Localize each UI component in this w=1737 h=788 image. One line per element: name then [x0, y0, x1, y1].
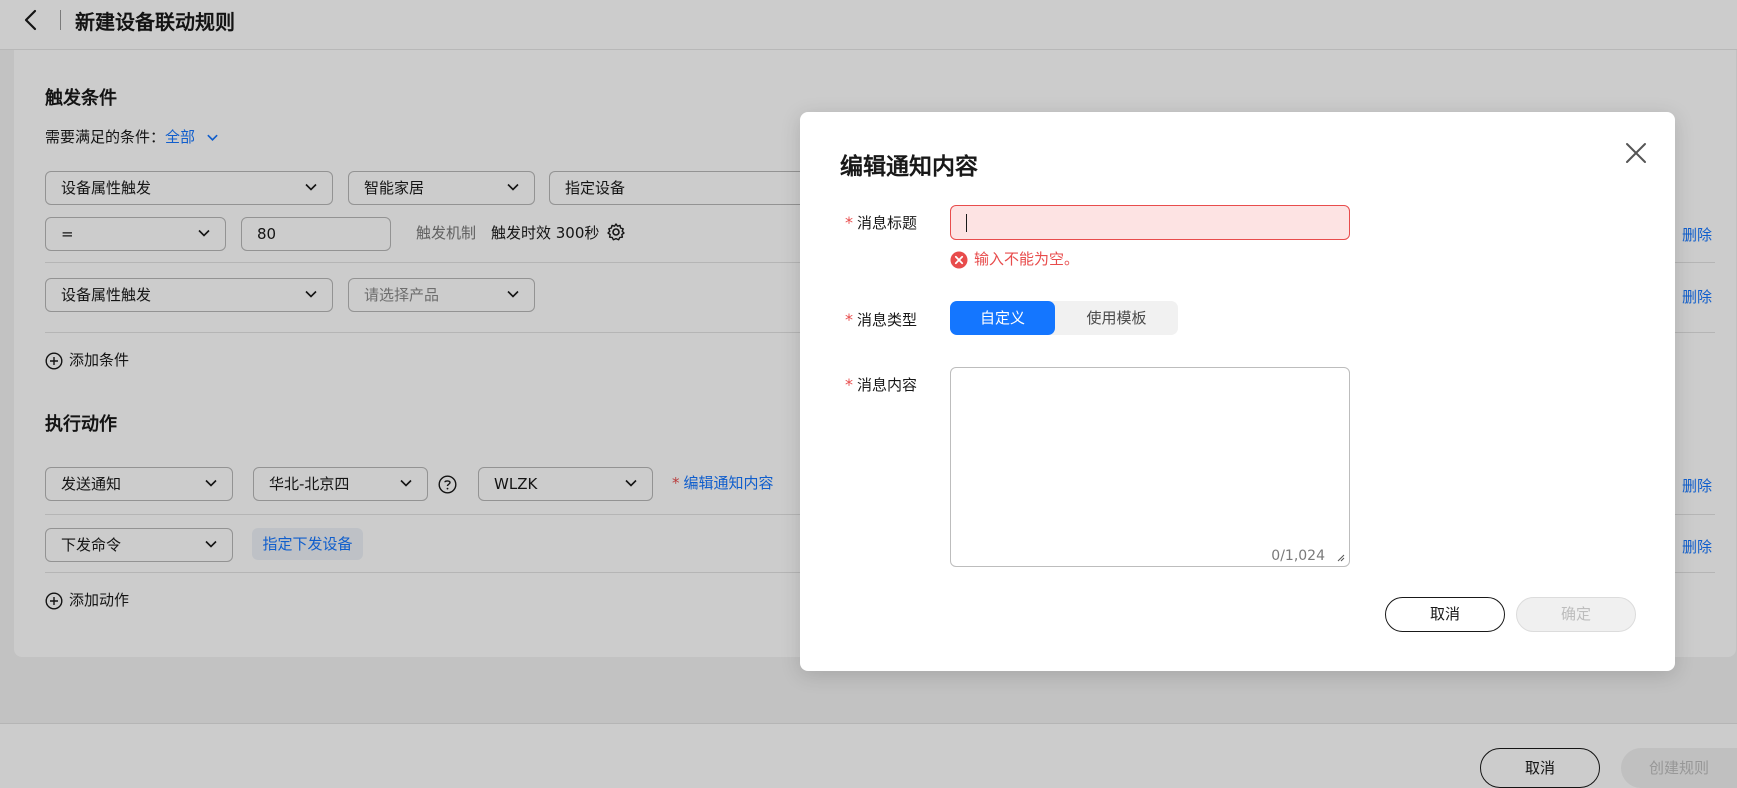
msg-title-error: 输入不能为空。 — [950, 249, 1079, 269]
text-caret — [966, 214, 967, 232]
msg-content-textarea[interactable]: 0/1,024 — [950, 367, 1350, 567]
msg-type-template[interactable]: 使用模板 — [1055, 301, 1178, 335]
msg-type-label: * 消息类型 — [845, 310, 918, 329]
msg-title-label: * 消息标题 — [845, 213, 918, 232]
msg-type-custom[interactable]: 自定义 — [950, 301, 1055, 335]
char-counter: 0/1,024 — [1271, 548, 1325, 564]
close-icon[interactable] — [1623, 140, 1649, 166]
dialog-cancel-button[interactable]: 取消 — [1385, 597, 1505, 632]
msg-type-segmented: 自定义 使用模板 — [950, 301, 1178, 335]
msg-content-label: * 消息内容 — [845, 375, 918, 394]
resize-handle-icon[interactable] — [1335, 552, 1345, 562]
error-icon — [950, 251, 968, 268]
msg-title-input[interactable] — [950, 205, 1350, 240]
edit-notification-dialog: 编辑通知内容 * 消息标题 输入不能为空。 * 消息类型 自定义 使用模板 * 消息内… — [800, 112, 1675, 671]
dialog-title: 编辑通知内容 — [840, 154, 978, 180]
dialog-confirm-button[interactable]: 确定 — [1516, 597, 1636, 632]
